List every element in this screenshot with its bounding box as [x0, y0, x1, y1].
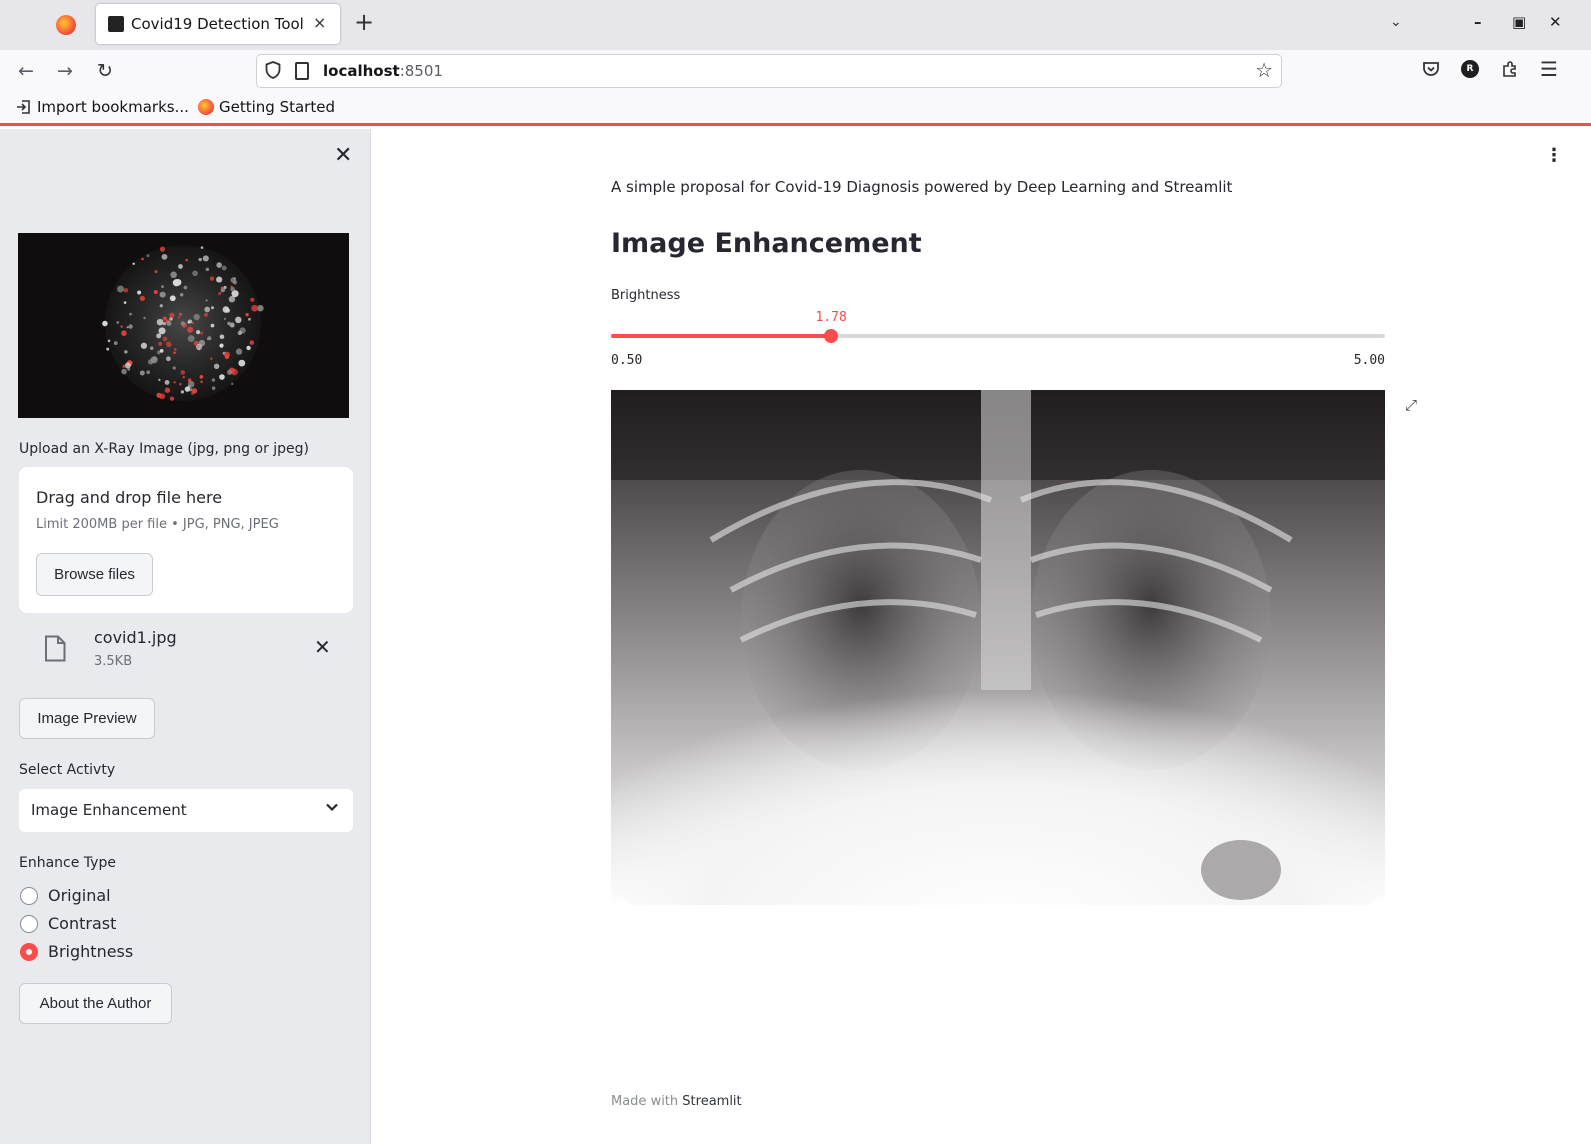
new-tab-button[interactable]: + [354, 10, 374, 34]
radio-brightness-indicator[interactable] [20, 942, 38, 961]
list-tabs-chevron-icon[interactable]: ⌄ [1390, 14, 1402, 30]
shield-icon[interactable] [265, 61, 281, 79]
minimize-icon[interactable]: – [1474, 13, 1482, 31]
file-icon [45, 635, 66, 662]
page-subtitle: A simple proposal for Covid-19 Diagnosis… [611, 178, 1233, 196]
back-icon[interactable]: ← [18, 60, 34, 82]
radio-contrast[interactable]: Contrast [20, 914, 116, 933]
account-icon[interactable]: R [1460, 59, 1480, 79]
sidebar: ✕ Upload an X-Ray Image (jpg, png or jpe… [0, 129, 371, 1144]
activity-select-value: Image Enhancement [31, 801, 187, 819]
browser-navbar: ← → ↻ localhost:8501 ☆ R ☰ [0, 50, 1591, 92]
bookmark-star-icon[interactable]: ☆ [1255, 58, 1273, 82]
pocket-icon[interactable] [1421, 59, 1441, 79]
import-icon [17, 100, 30, 114]
bookmarks-bar: Import bookmarks... Getting Started [0, 92, 1591, 126]
reload-icon[interactable]: ↻ [97, 60, 113, 82]
browser-tab[interactable]: Covid19 Detection Tool × [96, 4, 340, 44]
activity-label: Select Activty [19, 762, 116, 778]
brightness-slider-thumb[interactable] [824, 329, 839, 343]
activity-select[interactable]: Image Enhancement [19, 789, 353, 832]
radio-original[interactable]: Original [20, 886, 111, 905]
radio-contrast-label: Contrast [48, 914, 117, 933]
firefox-icon [198, 99, 214, 115]
about-author-button[interactable]: About the Author [19, 983, 172, 1024]
brightness-slider-track[interactable] [611, 329, 1385, 343]
maximize-icon[interactable]: ▣ [1512, 13, 1526, 31]
extensions-icon[interactable] [1500, 59, 1520, 79]
url-text: localhost:8501 [323, 62, 443, 80]
brightness-slider-max: 5.00 [1353, 353, 1385, 368]
radio-brightness-label: Brightness [48, 942, 134, 961]
radio-original-indicator[interactable] [20, 886, 38, 905]
radio-contrast-indicator[interactable] [20, 914, 38, 933]
enhance-type-label: Enhance Type [19, 855, 116, 871]
url-bar[interactable]: localhost:8501 ☆ [256, 54, 1282, 88]
radio-original-label: Original [48, 886, 111, 905]
streamlit-link[interactable]: Streamlit [682, 1094, 741, 1109]
bookmark-import-label: Import bookmarks... [37, 98, 189, 116]
chevron-down-icon [326, 803, 338, 812]
sidebar-close-icon[interactable]: ✕ [334, 143, 352, 168]
brightness-slider-fill [611, 334, 832, 338]
dropzone-limit: Limit 200MB per file • JPG, PNG, JPEG [36, 517, 279, 532]
app-menu-icon[interactable]: ⋮ [1545, 145, 1563, 166]
covid-virus-image [18, 233, 349, 418]
browse-files-button[interactable]: Browse files [36, 553, 153, 596]
radio-brightness[interactable]: Brightness [20, 942, 133, 961]
browser-tab-bar: Covid19 Detection Tool × + ⌄ – ▣ ✕ [0, 0, 1591, 50]
bookmark-import[interactable]: Import bookmarks... [16, 98, 189, 116]
tab-close-icon[interactable]: × [313, 13, 326, 32]
forward-icon[interactable]: → [57, 60, 73, 82]
upload-label: Upload an X-Ray Image (jpg, png or jpeg) [19, 441, 310, 457]
brightness-slider-value: 1.78 [815, 310, 847, 325]
remove-file-icon[interactable]: ✕ [314, 635, 331, 659]
fullscreen-expand-icon[interactable]: ⤢ [1405, 396, 1417, 414]
firefox-icon[interactable] [56, 15, 76, 35]
enhanced-xray-image [611, 390, 1385, 905]
tab-title: Covid19 Detection Tool [131, 15, 304, 33]
bookmark-getting-started-label: Getting Started [219, 98, 335, 116]
brightness-slider-min: 0.50 [611, 353, 643, 368]
uploaded-file-name: covid1.jpg [94, 628, 177, 647]
file-dropzone[interactable]: Drag and drop file here Limit 200MB per … [19, 467, 353, 613]
uploaded-file-size: 3.5KB [94, 654, 133, 669]
menu-icon[interactable]: ☰ [1539, 57, 1559, 81]
page-title: Image Enhancement [611, 228, 922, 259]
brightness-slider-label: Brightness [611, 288, 681, 303]
tab-favicon-icon [108, 16, 124, 32]
dropzone-title: Drag and drop file here [36, 488, 223, 507]
page-info-icon[interactable] [295, 62, 309, 80]
window-close-icon[interactable]: ✕ [1549, 13, 1562, 31]
image-preview-button[interactable]: Image Preview [19, 698, 155, 739]
bookmark-getting-started[interactable]: Getting Started [198, 98, 335, 116]
footer: Made with Streamlit [611, 1094, 742, 1109]
